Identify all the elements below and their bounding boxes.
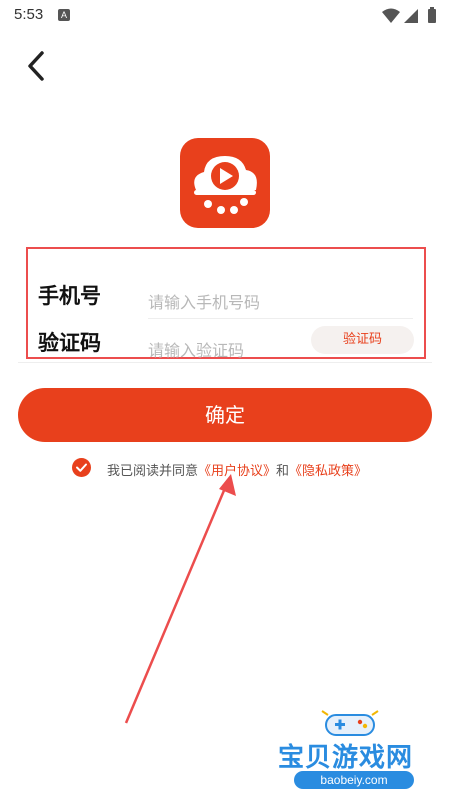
privacy-policy-link[interactable]: 《隐私政策》	[289, 464, 367, 479]
back-button[interactable]	[20, 48, 56, 84]
status-bar: 5:53 A	[0, 0, 450, 32]
notification-icon: A	[58, 9, 70, 21]
phone-input[interactable]	[148, 290, 408, 314]
agreement-prefix: 我已阅读并同意	[107, 464, 199, 479]
video-cloud-logo-icon	[194, 156, 257, 214]
chevron-left-icon	[28, 51, 44, 81]
status-time: 5:53	[14, 6, 44, 23]
battery-icon	[428, 9, 436, 23]
agree-checkbox[interactable]	[72, 458, 91, 477]
phone-label: 手机号	[38, 284, 101, 308]
divider	[148, 318, 413, 319]
divider	[18, 362, 432, 363]
user-agreement-link[interactable]: 《用户协议》	[198, 464, 276, 479]
app-logo	[180, 138, 270, 228]
agreement-text: 我已阅读并同意《用户协议》和《隐私政策》	[107, 460, 367, 479]
watermark-url: baobeiy.com	[294, 771, 414, 789]
get-code-button[interactable]: 验证码	[311, 326, 414, 354]
agreement-connector: 和	[276, 464, 290, 479]
watermark-title: 宝贝游戏网	[278, 743, 414, 773]
gamepad-icon	[321, 710, 379, 736]
code-label: 验证码	[38, 331, 101, 355]
watermark: 宝贝游戏网 baobeiy.com	[270, 705, 440, 795]
signal-icon	[404, 9, 418, 23]
code-input[interactable]	[148, 338, 298, 362]
confirm-button[interactable]: 确定	[18, 388, 432, 442]
status-icons	[382, 7, 436, 23]
check-icon	[76, 463, 87, 472]
wifi-icon	[382, 8, 400, 23]
